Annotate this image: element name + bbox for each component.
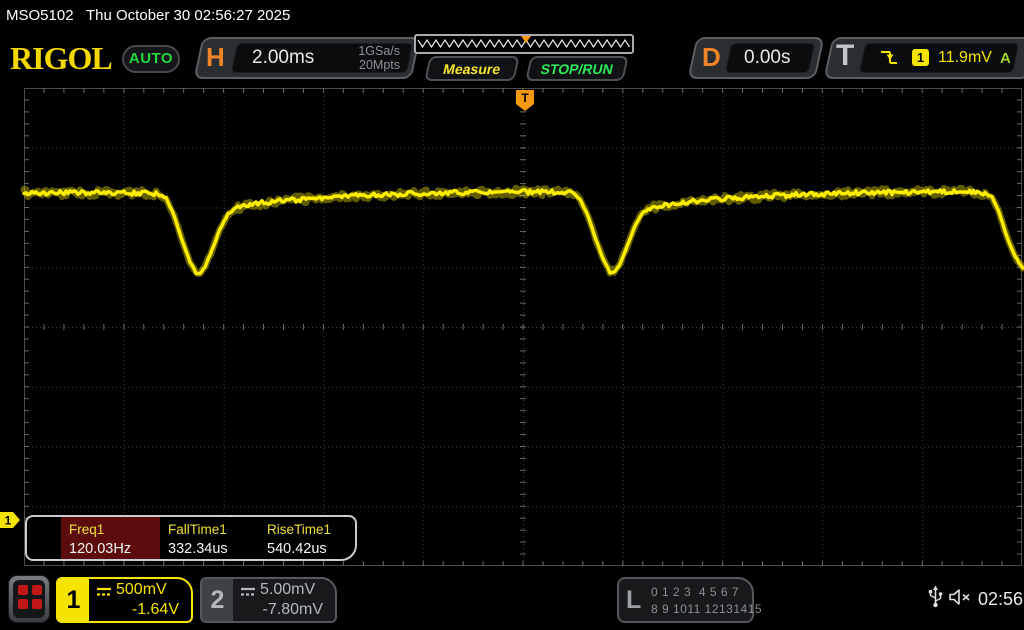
measurement-value: 540.42us [267,541,327,557]
auto-mode-indicator[interactable]: AUTO [122,45,180,73]
channel1-level-marker[interactable]: 1 [0,512,21,534]
stop-run-button[interactable]: STOP/RUN [525,56,628,81]
measurement-value: 120.03Hz [69,541,131,557]
measurement-cell-falltime[interactable]: FallTime1 332.34us [160,517,259,559]
horizontal-label: H [206,42,225,73]
oscilloscope-screen: MSO5102 Thu October 30 02:56:27 2025 T 1… [0,0,1024,630]
trigger-level-value[interactable]: 11.9mV [938,49,992,67]
trigger-source-number: 1 [917,50,924,65]
channel1-marker-number: 1 [5,514,12,528]
measurement-cell-risetime[interactable]: RiseTime1 540.42us [259,517,358,559]
stop-run-button-label: STOP/RUN [539,61,614,77]
trigger-label: T [836,39,854,73]
delay-value[interactable]: 0.00s [744,47,790,69]
measurement-value: 332.34us [168,541,228,557]
auto-mode-label: AUTO [129,50,173,67]
memory-depth: 20Mpts [320,58,400,72]
delay-label: D [702,42,721,73]
waveform-preview-strip[interactable] [414,34,634,54]
preview-zigzag [416,36,632,52]
trigger-marker-icon: T [515,89,535,112]
measurement-label: RiseTime1 [267,522,331,537]
acquisition-info: 1GSa/s 20Mpts [320,44,400,72]
measurement-label: Freq1 [69,522,104,537]
channel1-marker-icon: 1 [0,512,21,529]
timebase-value[interactable]: 2.00ms [252,47,314,69]
measure-button[interactable]: Measure [424,56,519,81]
trigger-mode-indicator: A [1000,50,1011,67]
measurement-panel[interactable]: Freq1 120.03Hz FallTime1 332.34us RiseTi… [25,515,357,561]
sample-rate: 1GSa/s [320,44,400,58]
measure-button-label: Measure [442,61,502,77]
trigger-marker-letter: T [521,91,529,105]
measurement-cell-freq[interactable]: Freq1 120.03Hz [61,517,160,559]
rigol-logo: RIGOL [10,40,112,77]
falling-edge-icon [880,50,898,66]
trigger-position-marker[interactable]: T [515,89,535,117]
trigger-source-badge[interactable]: 1 [912,49,929,66]
measurement-label: FallTime1 [168,522,227,537]
